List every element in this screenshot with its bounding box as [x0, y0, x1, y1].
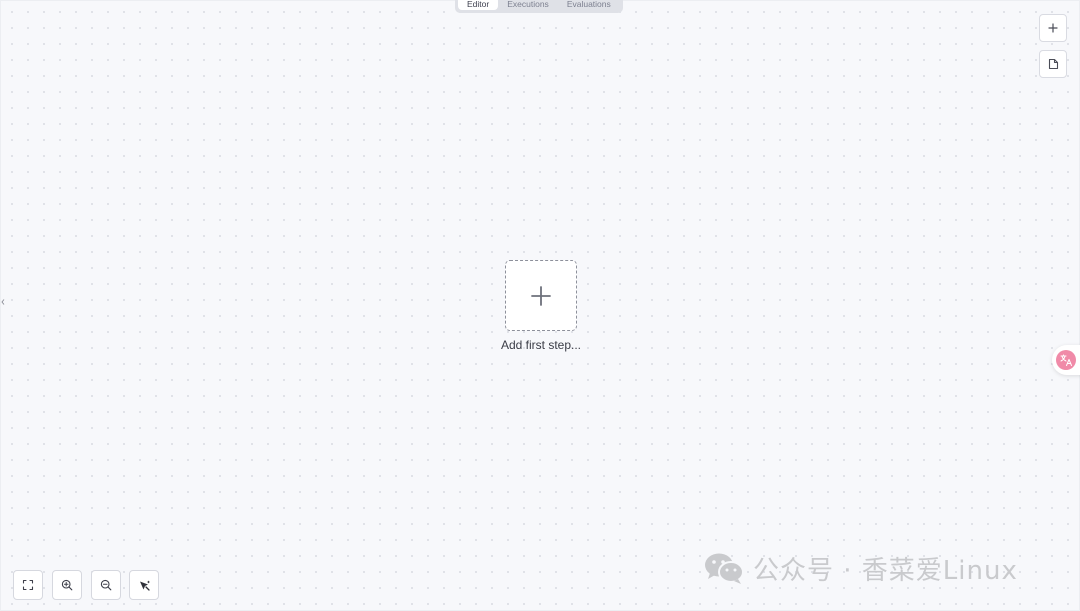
add-first-step-button[interactable]: [505, 260, 577, 331]
zoom-in-button[interactable]: [52, 570, 82, 600]
zoom-out-button[interactable]: [91, 570, 121, 600]
add-sticky-note-button[interactable]: [1039, 50, 1067, 78]
watermark: 公众号 · 香菜爱Linux: [703, 550, 1018, 586]
view-tabs: Editor Executions Evaluations: [455, 0, 623, 13]
tab-executions[interactable]: Executions: [498, 0, 558, 13]
add-node-button[interactable]: [1039, 14, 1067, 42]
translate-icon: [1056, 350, 1076, 370]
collapse-sidebar-arrow[interactable]: [0, 297, 6, 307]
wechat-icon: [705, 553, 744, 584]
fit-view-button[interactable]: [13, 570, 43, 600]
zoom-out-icon: [100, 579, 112, 591]
tidy-up-button[interactable]: [129, 570, 159, 600]
watermark-text: 公众号 · 香菜爱Linux: [753, 555, 1018, 586]
tidy-up-icon: [139, 580, 150, 591]
sticky-note-icon: [1048, 58, 1058, 70]
fit-view-icon: [22, 579, 34, 591]
tab-editor[interactable]: Editor: [458, 0, 499, 10]
zoom-in-icon: [61, 579, 73, 591]
translate-button[interactable]: [1052, 345, 1080, 375]
chevron-left-icon: [1, 299, 5, 305]
add-first-step-label: Add first step...: [500, 338, 582, 352]
tab-evaluations[interactable]: Evaluations: [558, 0, 620, 13]
plus-icon: [1048, 23, 1058, 33]
plus-icon: [531, 285, 551, 306]
